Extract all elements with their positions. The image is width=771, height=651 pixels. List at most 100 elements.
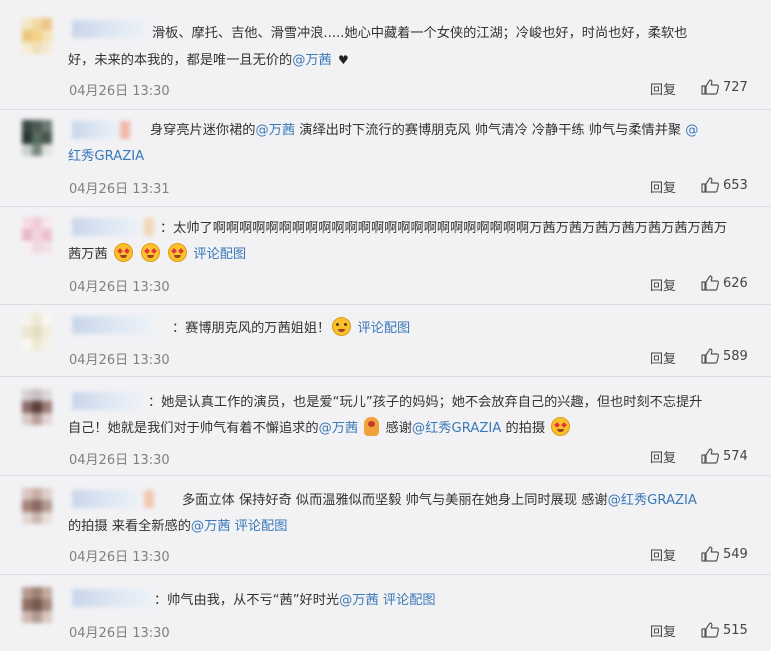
mention-link[interactable]: @ bbox=[685, 123, 698, 138]
comment-date: 04月26日 13:30 bbox=[69, 280, 170, 295]
username-redacted[interactable] bbox=[72, 392, 142, 410]
comment-item: ：赛博朋克风的万茜姐姐！ 评论配图 04月26日 13:30 回复 589 bbox=[0, 305, 771, 377]
username-redacted bbox=[144, 490, 154, 508]
like-count: 727 bbox=[723, 79, 748, 95]
thumbs-up-icon bbox=[701, 177, 719, 193]
comment-text: 滑板、摩托、吉他、滑雪冲浪.....她心中藏着一个女侠的江湖；冷峻也好，时尚也好… bbox=[152, 21, 762, 47]
comment-list: 滑板、摩托、吉他、滑雪冲浪.....她心中藏着一个女侠的江湖；冷峻也好，时尚也好… bbox=[0, 0, 771, 651]
like-count: 574 bbox=[723, 448, 748, 464]
comment-date: 04月26日 13:31 bbox=[69, 182, 170, 197]
reply-button[interactable]: 回复 bbox=[650, 177, 676, 196]
like-button[interactable]: 515 bbox=[701, 622, 748, 638]
mention-link[interactable]: @万茜 bbox=[292, 53, 332, 68]
like-count: 549 bbox=[723, 546, 748, 562]
heart-eyes-emoji-icon bbox=[113, 243, 133, 262]
comment-item: ：太帅了啊啊啊啊啊啊啊啊啊啊啊啊啊啊啊啊啊啊啊啊啊啊啊啊万茜万茜万茜万茜万茜万茜… bbox=[0, 207, 771, 305]
thumbs-up-icon bbox=[701, 348, 719, 364]
comment-text: 好，未来的本我的，都是唯一且无价的@万茜 ♥ bbox=[68, 47, 758, 74]
username-redacted[interactable] bbox=[72, 218, 142, 236]
comment-text: ：帅气由我，从不亏“茜”好时光@万茜 评论配图 bbox=[154, 588, 760, 614]
reply-button[interactable]: 回复 bbox=[650, 447, 676, 466]
mention-link[interactable]: @万茜 bbox=[256, 123, 296, 138]
thumbs-up-icon bbox=[701, 79, 719, 95]
mention-link[interactable]: @万茜 bbox=[319, 421, 359, 436]
mention-link[interactable]: @万茜 bbox=[339, 593, 379, 608]
comment-date: 04月26日 13:30 bbox=[69, 353, 170, 368]
comment-text: 的拍摄 来看全新感的@万茜 评论配图 bbox=[68, 514, 758, 540]
reply-button[interactable]: 回复 bbox=[650, 348, 676, 367]
comment-text: ：她是认真工作的演员，也是爱“玩儿”孩子的妈妈；她不会放弃自己的兴趣，但也时刻不… bbox=[148, 390, 760, 416]
avatar[interactable] bbox=[22, 314, 52, 350]
reply-button[interactable]: 回复 bbox=[650, 275, 676, 294]
thumbs-up-icon bbox=[701, 448, 719, 464]
like-button[interactable]: 574 bbox=[701, 448, 748, 464]
username-redacted bbox=[144, 218, 154, 236]
like-count: 589 bbox=[723, 348, 748, 364]
comment-line: 红秀GRAZIA bbox=[68, 144, 758, 170]
comment-image-link[interactable]: 评论配图 bbox=[383, 593, 436, 608]
thumbs-up-icon bbox=[701, 622, 719, 638]
comment-line: ：她是认真工作的演员，也是爱“玩儿”孩子的妈妈；她不会放弃自己的兴趣，但也时刻不… bbox=[148, 395, 703, 410]
comment-item: ：她是认真工作的演员，也是爱“玩儿”孩子的妈妈；她不会放弃自己的兴趣，但也时刻不… bbox=[0, 377, 771, 476]
comment-image-link[interactable]: 评论配图 bbox=[357, 321, 410, 336]
avatar[interactable] bbox=[22, 120, 52, 156]
avatar[interactable] bbox=[22, 587, 52, 623]
comment-line: 好，未来的本我的，都是唯一且无价的@万茜 ♥ bbox=[68, 47, 758, 74]
mascot-emoji-icon bbox=[364, 417, 380, 436]
comment-text: 茜万茜 评论配图 bbox=[68, 242, 758, 268]
comment-text: 自己！她就是我们对于帅气有着不懈追求的@万茜 感谢@红秀GRAZIA 的拍摄 bbox=[68, 416, 758, 442]
comment-image-link[interactable]: 评论配图 bbox=[235, 519, 288, 534]
avatar[interactable] bbox=[22, 389, 52, 425]
username-redacted bbox=[120, 121, 130, 139]
comment-line: ：赛博朋克风的万茜姐姐！ 评论配图 bbox=[172, 316, 762, 342]
comment-text: 红秀GRAZIA bbox=[68, 144, 758, 170]
comment-text: 身穿亮片迷你裙的@万茜 演绎出时下流行的赛博朋克风 帅气清冷 冷静干练 帅气与柔… bbox=[150, 118, 760, 144]
avatar[interactable] bbox=[22, 488, 52, 524]
comment-date: 04月26日 13:30 bbox=[69, 550, 170, 565]
comment-line: 自己！她就是我们对于帅气有着不懈追求的@万茜 感谢@红秀GRAZIA 的拍摄 bbox=[68, 416, 758, 442]
mention-link[interactable]: 红秀GRAZIA bbox=[68, 149, 144, 164]
comment-line: ：帅气由我，从不亏“茜”好时光@万茜 评论配图 bbox=[154, 593, 436, 608]
username-redacted[interactable] bbox=[72, 316, 154, 334]
reply-button[interactable]: 回复 bbox=[650, 545, 676, 564]
comment-line: 多面立体 保持好奇 似而温雅似而坚毅 帅气与美丽在她身上同时展现 感谢@红秀GR… bbox=[182, 493, 697, 508]
username-redacted[interactable] bbox=[72, 20, 148, 38]
comment-item: 身穿亮片迷你裙的@万茜 演绎出时下流行的赛博朋克风 帅气清冷 冷静干练 帅气与柔… bbox=[0, 110, 771, 207]
like-count: 626 bbox=[723, 275, 748, 291]
heart-icon: ♥ bbox=[337, 53, 349, 67]
avatar[interactable] bbox=[22, 18, 52, 54]
comment-line: 的拍摄 来看全新感的@万茜 评论配图 bbox=[68, 519, 288, 534]
like-button[interactable]: 589 bbox=[701, 348, 748, 364]
thumbs-up-icon bbox=[701, 546, 719, 562]
comment-item: 多面立体 保持好奇 似而温雅似而坚毅 帅气与美丽在她身上同时展现 感谢@红秀GR… bbox=[0, 476, 771, 575]
username-redacted[interactable] bbox=[72, 490, 142, 508]
heart-eyes-emoji-icon bbox=[140, 243, 160, 262]
avatar[interactable] bbox=[22, 217, 52, 253]
comment-line: ：太帅了啊啊啊啊啊啊啊啊啊啊啊啊啊啊啊啊啊啊啊啊啊啊啊啊万茜万茜万茜万茜万茜万茜… bbox=[160, 221, 728, 236]
heart-eyes-emoji-icon bbox=[551, 417, 571, 436]
comment-line: 滑板、摩托、吉他、滑雪冲浪.....她心中藏着一个女侠的江湖；冷峻也好，时尚也好… bbox=[152, 26, 688, 41]
username-redacted[interactable] bbox=[72, 121, 120, 139]
comment-line: 茜万茜 评论配图 bbox=[68, 242, 758, 268]
like-count: 515 bbox=[723, 622, 748, 638]
reply-button[interactable]: 回复 bbox=[650, 79, 676, 98]
comment-date: 04月26日 13:30 bbox=[69, 453, 170, 468]
like-button[interactable]: 727 bbox=[701, 79, 748, 95]
username-redacted[interactable] bbox=[72, 589, 154, 607]
comment-line: 身穿亮片迷你裙的@万茜 演绎出时下流行的赛博朋克风 帅气清冷 冷静干练 帅气与柔… bbox=[150, 123, 699, 138]
comment-item: 滑板、摩托、吉他、滑雪冲浪.....她心中藏着一个女侠的江湖；冷峻也好，时尚也好… bbox=[0, 0, 771, 110]
reply-button[interactable]: 回复 bbox=[650, 621, 676, 640]
comment-item: ：帅气由我，从不亏“茜”好时光@万茜 评论配图 04月26日 13:30 回复 … bbox=[0, 575, 771, 651]
comment-image-link[interactable]: 评论配图 bbox=[193, 247, 246, 262]
mention-link[interactable]: @万茜 bbox=[191, 519, 231, 534]
like-button[interactable]: 626 bbox=[701, 275, 748, 291]
heart-eyes-emoji-icon bbox=[168, 243, 188, 262]
like-button[interactable]: 653 bbox=[701, 177, 748, 193]
like-button[interactable]: 549 bbox=[701, 546, 748, 562]
like-count: 653 bbox=[723, 177, 748, 193]
comment-text: ：赛博朋克风的万茜姐姐！ 评论配图 bbox=[172, 316, 762, 342]
mention-link[interactable]: @红秀GRAZIA bbox=[412, 421, 501, 436]
comment-date: 04月26日 13:30 bbox=[69, 84, 170, 99]
comment-text: 多面立体 保持好奇 似而温雅似而坚毅 帅气与美丽在她身上同时展现 感谢@红秀GR… bbox=[182, 488, 762, 514]
mention-link[interactable]: @红秀GRAZIA bbox=[608, 493, 697, 508]
